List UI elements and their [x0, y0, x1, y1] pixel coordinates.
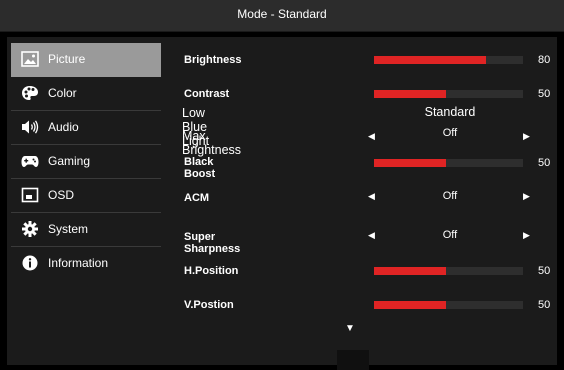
black-boost-slider[interactable] — [374, 159, 523, 167]
super-sharpness-right-arrow[interactable]: ▶ — [523, 230, 530, 241]
h-position-slider[interactable] — [374, 267, 523, 275]
acm-label: ACM — [184, 192, 210, 204]
sidebar-item-gaming[interactable]: Gaming — [11, 145, 161, 179]
contrast-label: Contrast — [184, 88, 230, 100]
h-position-label: H.Position — [184, 265, 239, 277]
super-sharpness-label: Super Sharpness — [184, 231, 241, 255]
contrast-fill — [374, 90, 446, 98]
contrast-slider[interactable] — [374, 90, 523, 98]
brightness-value: 80 — [538, 54, 551, 66]
acm-left-arrow[interactable]: ◀ — [368, 191, 375, 202]
sidebar-item-system[interactable]: System — [11, 213, 161, 247]
osd-header: Mode - Standard — [0, 0, 564, 32]
sidebar-item-label: System — [48, 222, 89, 236]
h-position-value: 50 — [538, 265, 551, 277]
gear-icon — [22, 221, 38, 237]
h-position-fill — [374, 267, 446, 275]
max-brightness-right-arrow[interactable]: ▶ — [523, 131, 530, 142]
sidebar-item-label: Picture — [48, 52, 86, 66]
picture-icon — [21, 51, 39, 67]
acm-value[interactable]: Off — [380, 190, 520, 202]
brightness-label: Brightness — [184, 54, 242, 66]
sidebar-item-label: OSD — [48, 188, 75, 202]
sidebar-item-color[interactable]: Color — [11, 77, 161, 111]
bottom-tab — [337, 350, 369, 370]
scroll-down-arrow-icon[interactable]: ▼ — [345, 323, 355, 334]
v-position-label: V.Postion — [184, 299, 234, 311]
sidebar-item-label: Gaming — [48, 154, 91, 168]
sidebar-menu: Picture Color Audio Gaming OSD System In… — [11, 43, 161, 281]
palette-icon — [22, 86, 38, 100]
sidebar-item-picture[interactable]: Picture — [11, 43, 161, 77]
v-position-slider[interactable] — [374, 301, 523, 309]
mode-title: Mode - Standard — [237, 7, 327, 21]
sidebar-item-audio[interactable]: Audio — [11, 111, 161, 145]
v-position-value: 50 — [538, 299, 551, 311]
brightness-slider[interactable] — [374, 56, 523, 64]
black-boost-label: Black Boost — [184, 156, 216, 180]
sidebar-item-label: Audio — [48, 120, 79, 134]
osd-icon — [21, 187, 39, 203]
info-icon — [22, 255, 38, 271]
sidebar-item-label: Color — [48, 86, 77, 100]
v-position-fill — [374, 301, 446, 309]
sidebar-item-osd[interactable]: OSD — [11, 179, 161, 213]
super-sharpness-left-arrow[interactable]: ◀ — [368, 230, 375, 241]
acm-right-arrow[interactable]: ▶ — [523, 191, 530, 202]
speaker-icon — [22, 120, 39, 134]
sidebar-item-information[interactable]: Information — [11, 247, 161, 281]
black-boost-fill — [374, 159, 446, 167]
max-brightness-left-arrow[interactable]: ◀ — [368, 131, 375, 142]
contrast-value: 50 — [538, 88, 551, 100]
brightness-fill — [374, 56, 487, 64]
sidebar-item-label: Information — [48, 256, 109, 270]
max-brightness-value[interactable]: Off — [380, 127, 520, 139]
super-sharpness-value[interactable]: Off — [380, 229, 520, 241]
gamepad-icon — [21, 156, 39, 167]
low-blue-light-value[interactable]: Standard — [380, 105, 520, 119]
black-boost-value: 50 — [538, 157, 551, 169]
max-brightness-label: Max Brightness — [182, 129, 242, 157]
